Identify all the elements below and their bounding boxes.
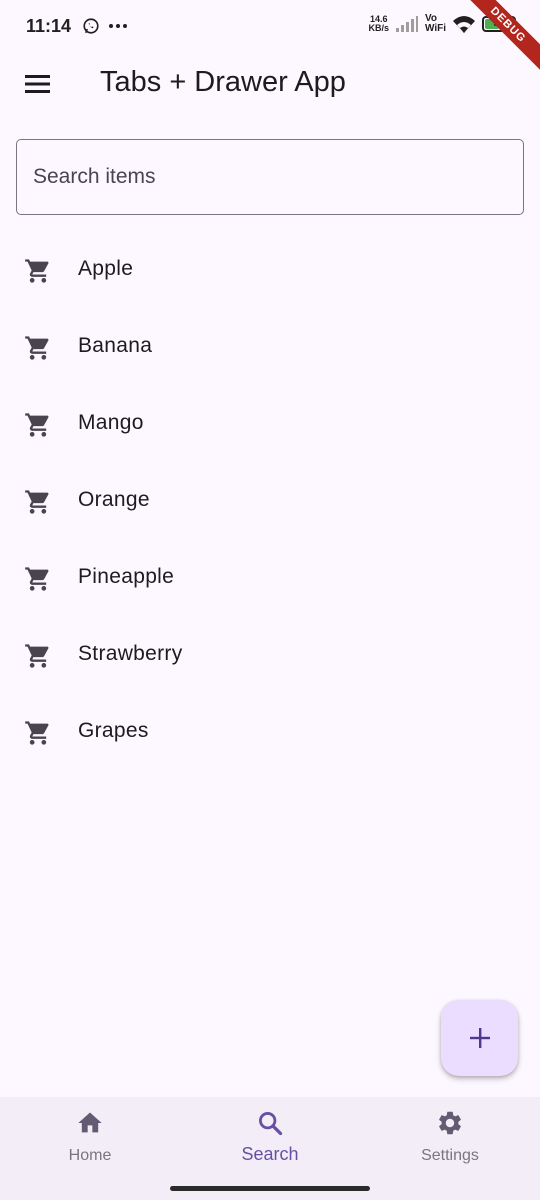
wifi-icon xyxy=(453,16,475,33)
status-bar: 11:14 14.6 KB/s Vo WiFi xyxy=(0,0,540,52)
cart-icon xyxy=(25,721,49,745)
cart-icon xyxy=(25,413,49,437)
list-item[interactable]: Strawberry xyxy=(0,616,540,693)
menu-icon xyxy=(25,75,50,93)
list-item[interactable]: Pineapple xyxy=(0,539,540,616)
search-input[interactable] xyxy=(16,139,524,215)
cart-icon xyxy=(25,490,49,514)
more-dots-icon xyxy=(109,24,127,28)
search-icon xyxy=(259,1112,283,1136)
network-speed-unit: KB/s xyxy=(368,23,389,33)
list-item-label: Strawberry xyxy=(78,642,183,665)
tab-home[interactable]: Home xyxy=(0,1097,180,1183)
list-item[interactable]: Mango xyxy=(0,385,540,462)
cart-icon xyxy=(25,644,49,668)
gesture-handle[interactable] xyxy=(170,1186,370,1191)
add-item-fab[interactable] xyxy=(441,1000,518,1076)
tab-settings-label: Settings xyxy=(421,1147,479,1164)
add-icon xyxy=(469,1028,490,1048)
network-speed: 14.6 KB/s xyxy=(368,15,389,33)
bottom-navigation: Home Search Settings xyxy=(0,1097,540,1200)
tab-search-label: Search xyxy=(241,1144,299,1164)
list-item-label: Pineapple xyxy=(78,565,175,588)
settings-icon xyxy=(439,1111,461,1135)
vowifi-indicator: Vo WiFi xyxy=(425,14,446,34)
list-item[interactable]: Banana xyxy=(0,308,540,385)
tab-settings[interactable]: Settings xyxy=(360,1097,540,1183)
list-item-label: Grapes xyxy=(78,719,149,742)
page-title: Tabs + Drawer App xyxy=(100,66,346,98)
list-item-label: Apple xyxy=(78,257,134,280)
wifi-label: WiFi xyxy=(424,23,446,34)
list-item-label: Mango xyxy=(78,411,144,434)
whatsapp-icon xyxy=(83,18,99,34)
tab-search[interactable]: Search xyxy=(180,1097,360,1183)
cart-icon xyxy=(25,259,49,283)
list-item-label: Orange xyxy=(78,488,150,511)
app-bar: Tabs + Drawer App xyxy=(0,52,540,116)
cart-icon xyxy=(25,567,49,591)
menu-button[interactable] xyxy=(14,60,62,108)
notification-icons xyxy=(82,17,128,35)
item-list: Apple Banana Mango Orange Pineapple Stra… xyxy=(0,231,540,770)
list-item[interactable]: Orange xyxy=(0,462,540,539)
list-item-label: Banana xyxy=(78,334,153,357)
cart-icon xyxy=(25,336,49,360)
app-screen: 11:14 14.6 KB/s Vo WiFi DEBUG Tabs + Dra… xyxy=(0,0,540,1200)
home-icon xyxy=(78,1112,102,1133)
status-time: 11:14 xyxy=(26,16,72,36)
signal-icon xyxy=(395,16,418,32)
list-item[interactable]: Grapes xyxy=(0,693,540,770)
tab-home-label: Home xyxy=(68,1147,112,1164)
list-item[interactable]: Apple xyxy=(0,231,540,308)
